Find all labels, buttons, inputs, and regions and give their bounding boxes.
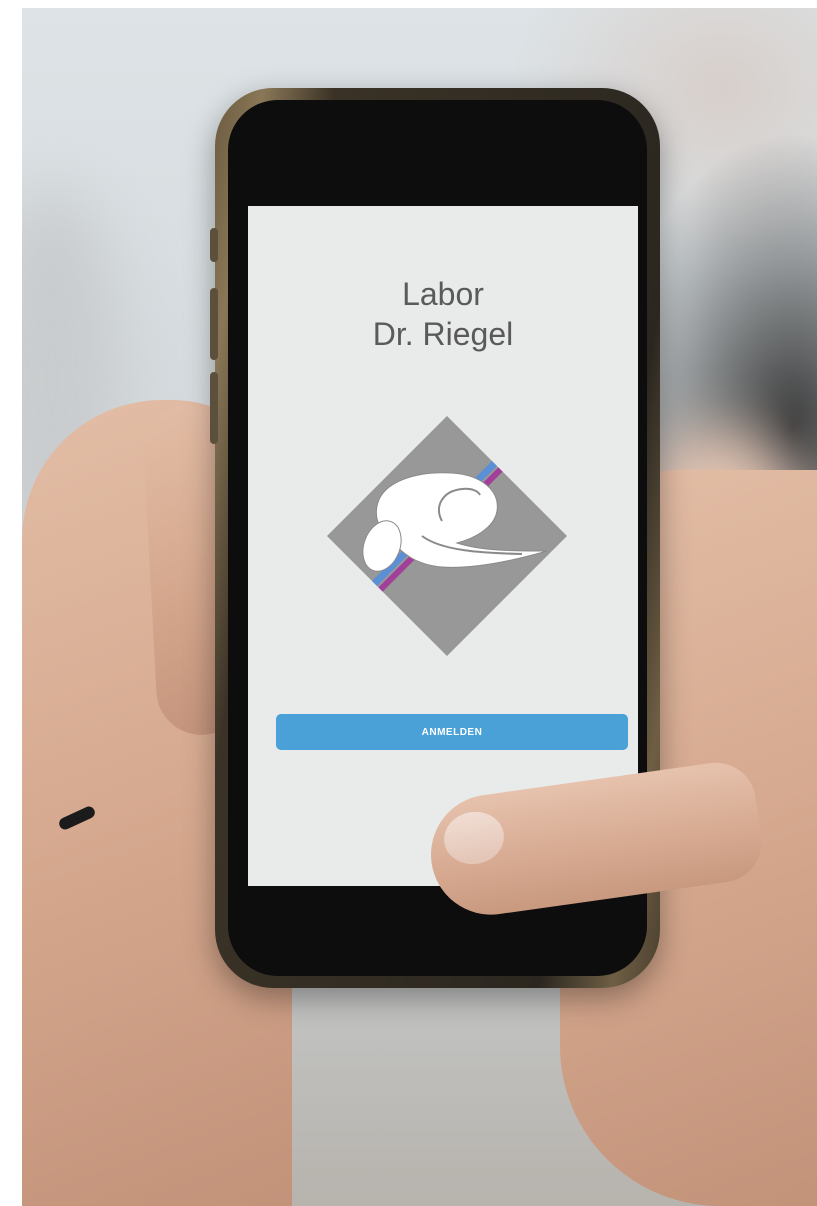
lab-logo <box>327 416 567 656</box>
phone-side-button <box>210 372 218 444</box>
lab-title-line1: Labor <box>402 276 484 312</box>
phone-side-button <box>210 228 218 262</box>
lab-title-line2: Dr. Riegel <box>372 316 514 352</box>
login-button[interactable]: ANMELDEN <box>276 714 628 750</box>
phone-side-button <box>210 288 218 360</box>
